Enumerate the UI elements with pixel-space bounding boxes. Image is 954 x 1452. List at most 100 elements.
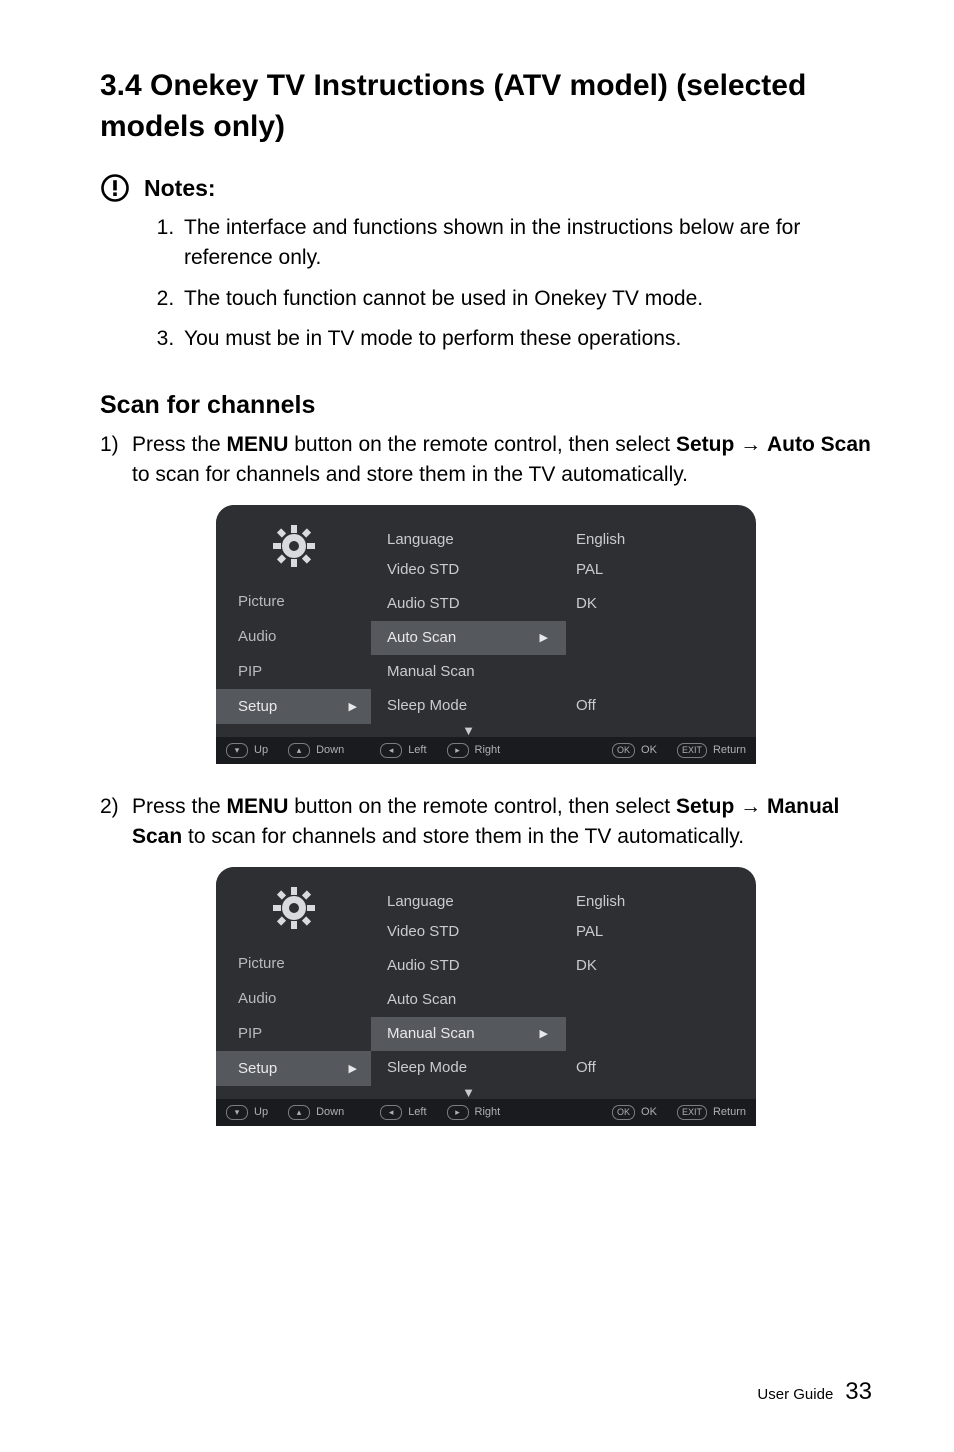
hint-left: Left [408, 1106, 426, 1118]
key-right-icon: ▸ [447, 1105, 469, 1120]
t: to scan for channels and store them in t… [132, 463, 688, 486]
hint-ok: OK [641, 1106, 657, 1118]
tv-option-values: English PAL DK Off [566, 867, 756, 1099]
key-down-icon: ▾ [226, 1105, 248, 1120]
t: button on the remote control, then selec… [288, 433, 676, 456]
val-manual-scan [566, 655, 756, 689]
t: Manual Scan [387, 1025, 475, 1042]
chevron-right-icon: ▶ [349, 1062, 357, 1075]
notes-heading-row: Notes: [100, 173, 872, 203]
step-text: Press the MENU button on the remote cont… [132, 430, 872, 491]
chevron-down-icon: ▼ [371, 1085, 566, 1099]
t: Press the [132, 795, 227, 818]
step-2: 2) Press the MENU button on the remote c… [100, 792, 872, 853]
hint-down: Down [316, 744, 344, 756]
tv-sidebar: Picture Audio PIP Setup▶ [216, 867, 371, 1099]
hint-return: Return [713, 744, 746, 756]
tv-sidebar: Picture Audio PIP Setup▶ [216, 505, 371, 737]
val-manual-scan [566, 1017, 756, 1051]
key-up-icon: ▴ [288, 1105, 310, 1120]
note-item: You must be in TV mode to perform these … [180, 324, 872, 354]
key-ok-icon: OK [612, 1105, 635, 1120]
val-sleep-mode: Off [566, 689, 756, 723]
gear-icon [271, 885, 317, 931]
notes-list: The interface and functions shown in the… [100, 213, 872, 355]
hint-right: Right [475, 744, 501, 756]
footer-label: User Guide [757, 1386, 833, 1403]
note-item: The touch function cannot be used in One… [180, 284, 872, 314]
page-footer: User Guide 33 [757, 1378, 872, 1406]
opt-language: Language [371, 867, 566, 915]
page-number: 33 [845, 1378, 872, 1406]
key-left-icon: ◂ [380, 743, 402, 758]
val-audio-std: DK [566, 587, 756, 621]
opt-audio-std: Audio STD [371, 587, 566, 621]
key-up-icon: ▴ [288, 743, 310, 758]
chevron-right-icon: ▶ [540, 631, 548, 644]
opt-auto-scan: Auto Scan [371, 983, 566, 1017]
val-video-std: PAL [566, 915, 756, 949]
tv-option-labels: Language Video STD Audio STD Auto Scan▶ … [371, 505, 566, 737]
opt-video-std: Video STD [371, 553, 566, 587]
tv-footer-hints: ▾Up ▴Down ◂Left ▸Right OKOK EXITReturn [216, 1099, 756, 1126]
autoscan-bold: Auto Scan [767, 433, 871, 456]
opt-video-std: Video STD [371, 915, 566, 949]
val-language: English [566, 505, 756, 553]
t: Press the [132, 433, 227, 456]
arrow-text: → [734, 795, 767, 818]
opt-manual-scan: Manual Scan [371, 655, 566, 689]
key-down-icon: ▾ [226, 743, 248, 758]
key-right-icon: ▸ [447, 743, 469, 758]
opt-manual-scan: Manual Scan ▶ [371, 1017, 566, 1051]
hint-up: Up [254, 1106, 268, 1118]
spacer [566, 1085, 756, 1099]
t: Setup [238, 1060, 277, 1077]
chevron-right-icon: ▶ [540, 1027, 548, 1040]
step-number: 2) [100, 792, 124, 853]
opt-sleep-mode: Sleep Mode [371, 1051, 566, 1085]
key-exit-icon: EXIT [677, 1105, 707, 1120]
hint-right: Right [475, 1106, 501, 1118]
val-audio-std: DK [566, 949, 756, 983]
info-icon [100, 173, 130, 203]
gear-icon [271, 523, 317, 569]
tv-option-values: English PAL DK Off [566, 505, 756, 737]
step-text: Press the MENU button on the remote cont… [132, 792, 872, 853]
t: to scan for channels and store them in t… [182, 825, 744, 848]
scan-subheading: Scan for channels [100, 391, 872, 420]
key-exit-icon: EXIT [677, 743, 707, 758]
step-number: 1) [100, 430, 124, 491]
menu-bold: MENU [227, 433, 289, 456]
val-sleep-mode: Off [566, 1051, 756, 1085]
tv-menu-figure-1: Picture Audio PIP Setup▶ Language Video … [216, 505, 756, 764]
note-item: The interface and functions shown in the… [180, 213, 872, 274]
sidebar-item-setup: Setup▶ [216, 689, 371, 724]
key-left-icon: ◂ [380, 1105, 402, 1120]
setup-bold: Setup [676, 795, 734, 818]
t: Auto Scan [387, 629, 456, 646]
opt-audio-std: Audio STD [371, 949, 566, 983]
step-1: 1) Press the MENU button on the remote c… [100, 430, 872, 491]
opt-sleep-mode: Sleep Mode [371, 689, 566, 723]
arrow-text: → [734, 433, 767, 456]
opt-language: Language [371, 505, 566, 553]
tv-option-labels: Language Video STD Audio STD Auto Scan M… [371, 867, 566, 1099]
spacer [566, 723, 756, 737]
val-auto-scan [566, 621, 756, 655]
sidebar-item-audio: Audio [216, 981, 371, 1016]
val-auto-scan [566, 983, 756, 1017]
hint-down: Down [316, 1106, 344, 1118]
sidebar-item-picture: Picture [216, 946, 371, 981]
sidebar-item-picture: Picture [216, 584, 371, 619]
sidebar-item-audio: Audio [216, 619, 371, 654]
t: button on the remote control, then selec… [288, 795, 676, 818]
t: Setup [238, 698, 277, 715]
sidebar-item-pip: PIP [216, 654, 371, 689]
chevron-down-icon: ▼ [371, 723, 566, 737]
val-video-std: PAL [566, 553, 756, 587]
menu-bold: MENU [227, 795, 289, 818]
key-ok-icon: OK [612, 743, 635, 758]
hint-up: Up [254, 744, 268, 756]
hint-left: Left [408, 744, 426, 756]
notes-label: Notes: [144, 175, 216, 202]
